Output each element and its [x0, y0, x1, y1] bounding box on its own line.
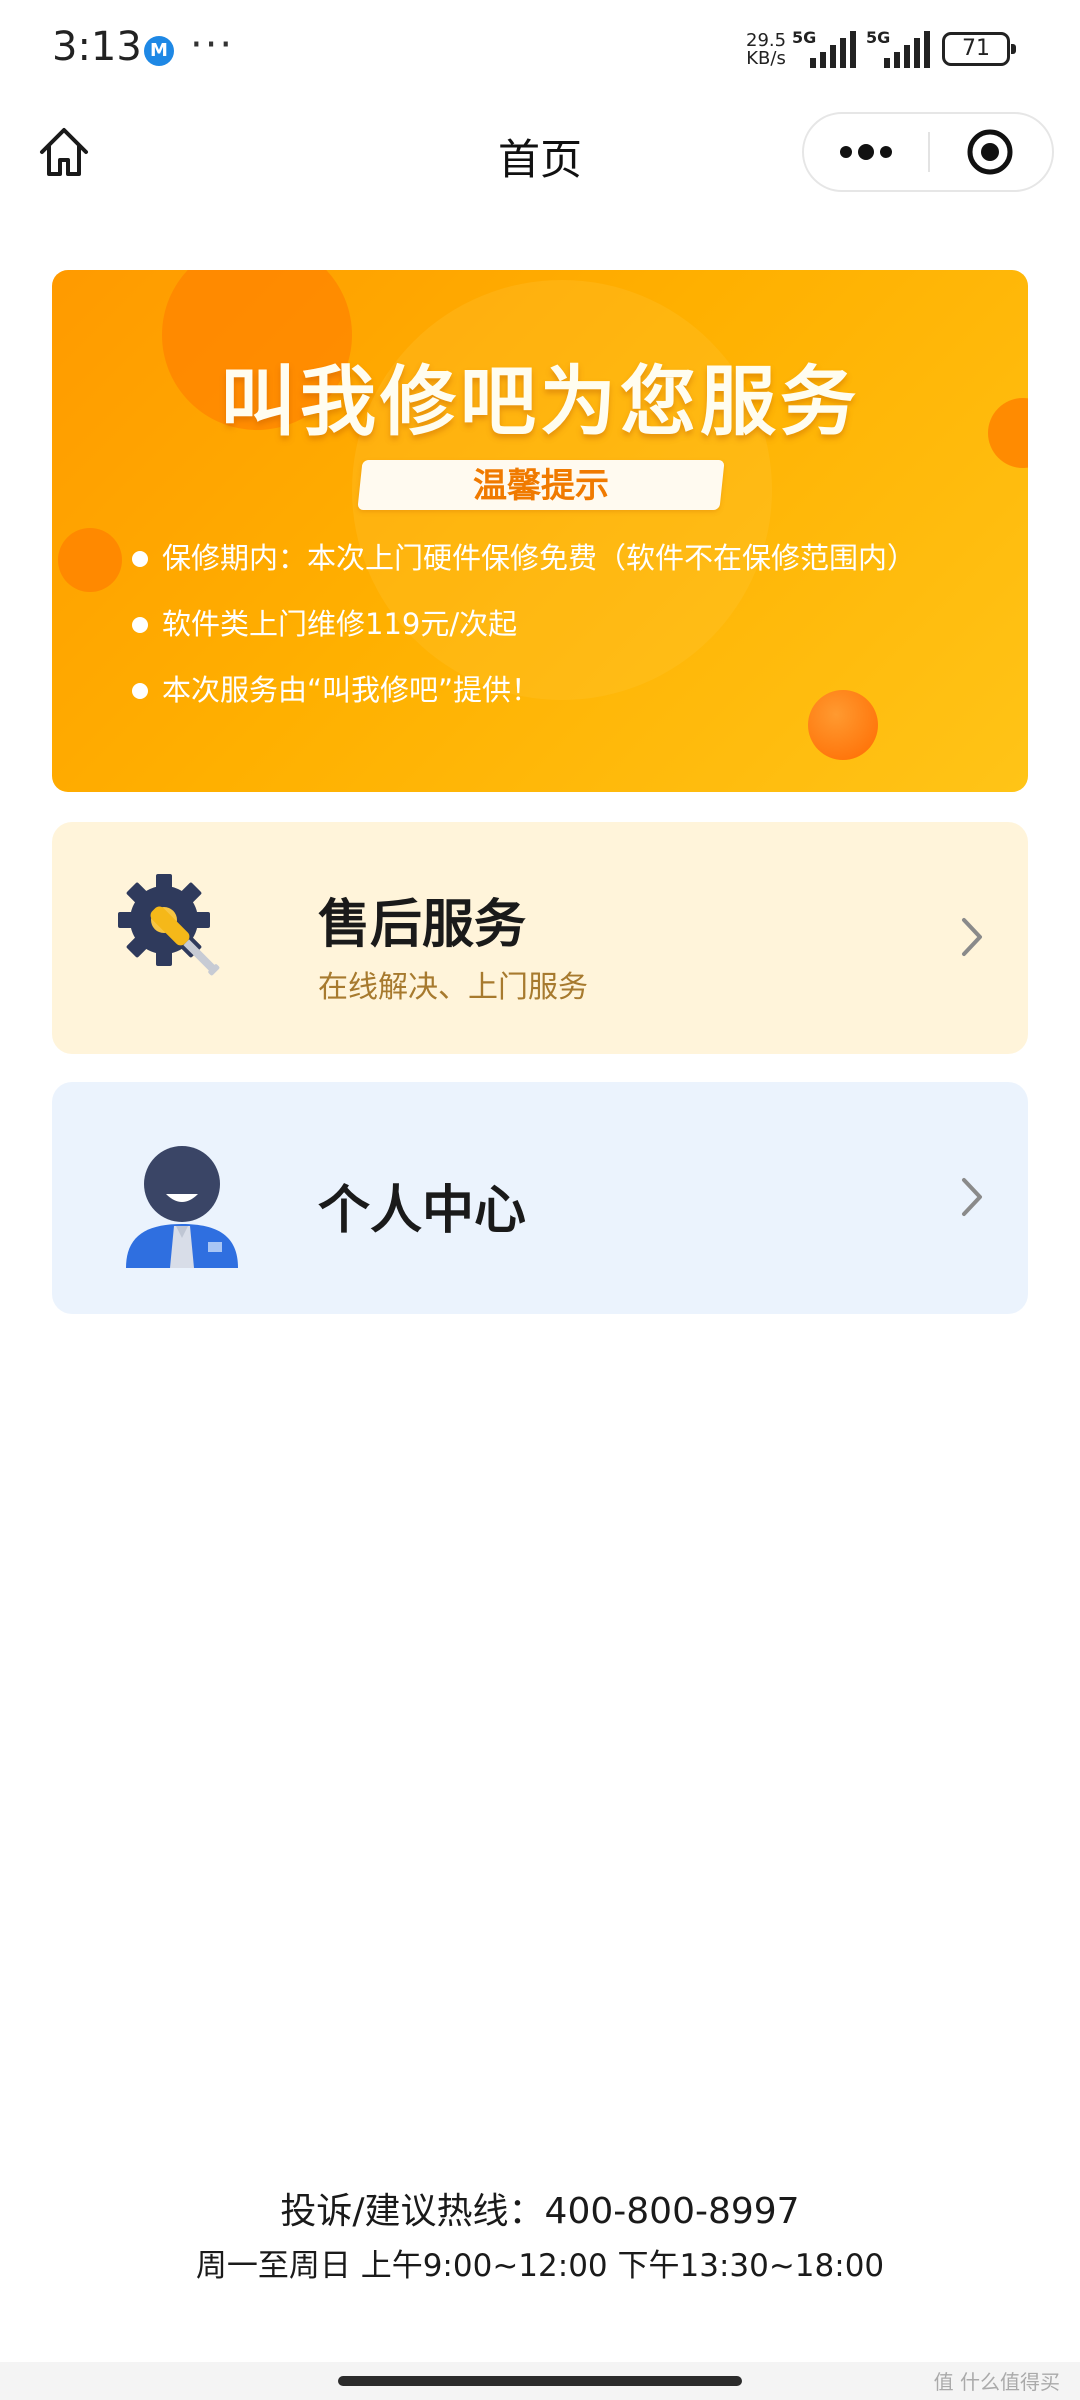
after-sales-title: 售后服务 — [318, 895, 527, 955]
status-bar: 3:13 M ··· 29.5 KB/s 5G 5G 71 — [0, 0, 1080, 96]
sim1-network-label: 5G — [792, 28, 817, 47]
tip-label: 温馨提示 — [473, 466, 609, 506]
banner-notice-item: 本次服务由“叫我修吧”提供！ — [132, 670, 916, 736]
chevron-right-icon — [958, 912, 988, 962]
sim2-network-label: 5G — [866, 28, 891, 47]
more-dots-icon — [840, 144, 892, 160]
banner-title: 叫我修吧为您服务 — [220, 357, 860, 446]
status-time: 3:13 — [52, 24, 142, 70]
personal-center-title: 个人中心 — [318, 1181, 527, 1241]
nav-bar: 首页 — [0, 96, 1080, 214]
banner-notice-item: 软件类上门维修119元/次起 — [132, 604, 916, 670]
complaint-hotline: 投诉/建议热线：400-800-8997 — [280, 2191, 800, 2232]
notification-more-icon: ··· — [190, 22, 235, 68]
battery-icon: 71 — [942, 32, 1016, 66]
system-gesture-bar: 值 什么值得买 — [0, 2362, 1080, 2400]
personal-center-card[interactable]: 个人中心 — [52, 1082, 1028, 1314]
signal-sim2-icon: 5G — [866, 28, 936, 70]
service-hours: 周一至周日 上午9:00~12:00 下午13:30~18:00 — [195, 2248, 885, 2284]
notification-app-icon: M — [144, 36, 174, 66]
more-menu-button[interactable] — [804, 114, 928, 190]
person-icon — [112, 1128, 252, 1268]
promo-banner: 叫我修吧为您服务 温馨提示 保修期内：本次上门硬件保修免费（软件不在保修范围内）… — [52, 270, 1028, 792]
after-sales-subtitle: 在线解决、上门服务 — [318, 970, 588, 1005]
network-speed-unit: KB/s — [746, 48, 786, 69]
after-sales-service-card[interactable]: 售后服务 在线解决、上门服务 — [52, 822, 1028, 1054]
gesture-handle[interactable] — [338, 2376, 742, 2386]
battery-level: 71 — [962, 36, 990, 61]
gear-screwdriver-icon — [112, 868, 252, 1008]
network-speed: 29.5 KB/s — [746, 32, 786, 68]
mini-program-capsule — [802, 112, 1054, 192]
banner-decor-circle — [58, 528, 122, 592]
signal-sim1-icon: 5G — [792, 28, 862, 70]
banner-notice-list: 保修期内：本次上门硬件保修免费（软件不在保修范围内） 软件类上门维修119元/次… — [132, 538, 916, 736]
banner-notice-item: 保修期内：本次上门硬件保修免费（软件不在保修范围内） — [132, 538, 916, 604]
close-mini-program-button[interactable] — [930, 114, 1054, 190]
target-close-icon — [967, 129, 1013, 175]
chevron-right-icon — [958, 1172, 988, 1222]
watermark: 值 什么值得买 — [933, 2370, 1060, 2394]
